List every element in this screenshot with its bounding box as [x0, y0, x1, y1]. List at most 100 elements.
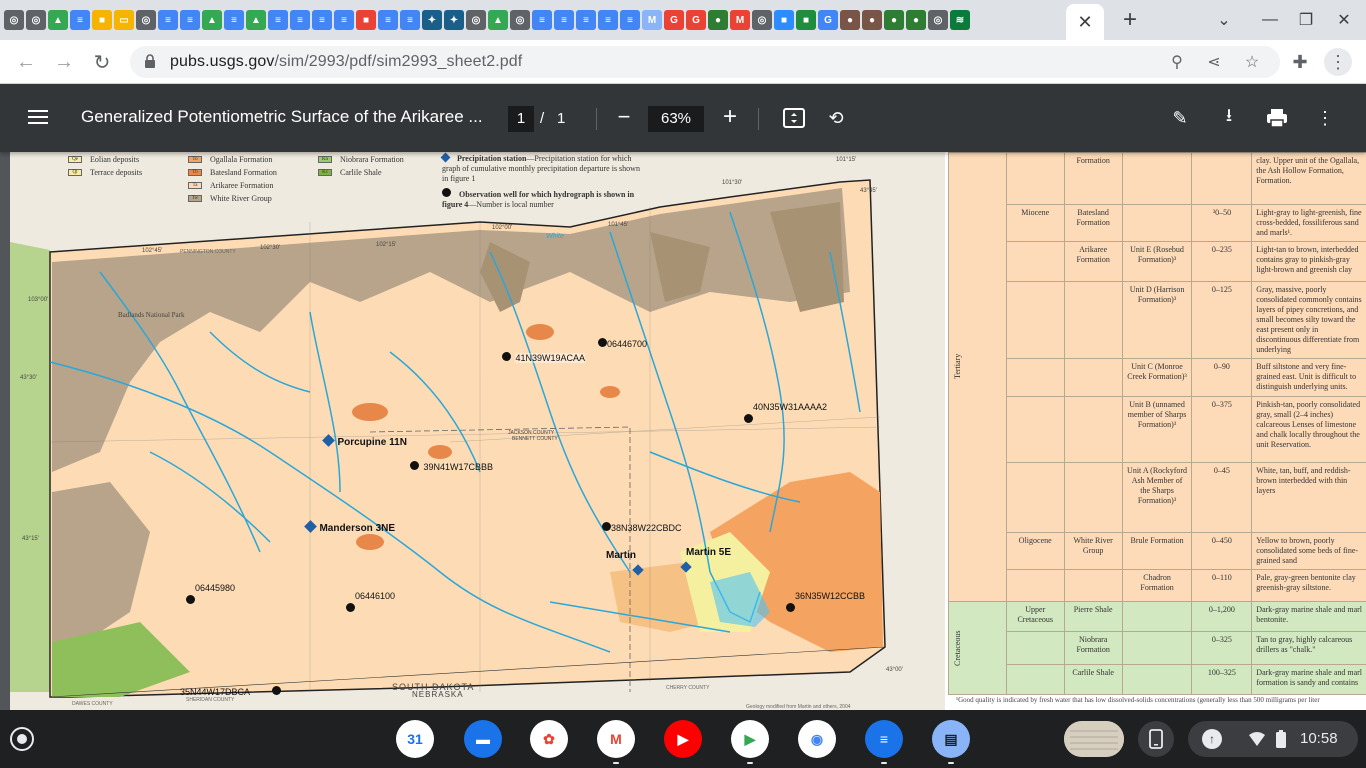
tab-chrome-icon[interactable]: ◎ [466, 10, 486, 30]
forward-icon[interactable]: → [50, 48, 78, 76]
chrome-menu-icon[interactable]: ⋮ [1324, 48, 1352, 76]
tab-chrome-icon[interactable]: ◎ [4, 10, 24, 30]
tab-my-icon[interactable]: M [642, 10, 662, 30]
tab-classroom-icon[interactable]: ■ [796, 10, 816, 30]
tab-docs-icon[interactable]: ≡ [400, 10, 420, 30]
observation-well-06446100[interactable]: 06446100 [346, 591, 395, 612]
tab-docs-icon[interactable]: ≡ [598, 10, 618, 30]
phone-hub-icon[interactable] [1138, 721, 1174, 757]
observation-well-06445980[interactable]: 06445980 [186, 583, 235, 604]
launcher-icon[interactable] [10, 727, 34, 751]
tab-usgs-icon[interactable]: ✦ [444, 10, 464, 30]
files-app[interactable]: ▬ [464, 720, 502, 758]
tab-usgs-icon[interactable]: ✦ [422, 10, 442, 30]
restore-icon[interactable]: ❐ [1294, 8, 1318, 32]
tab-docs-icon[interactable]: ≡ [290, 10, 310, 30]
download-icon[interactable]: ⭳ [1217, 105, 1241, 130]
tab-chrome-icon[interactable]: ◎ [510, 10, 530, 30]
precipitation-station-manderson[interactable]: Manderson 3NE [304, 518, 395, 536]
strat-epoch: Upper Cretaceous [1005, 600, 1065, 633]
observation-well-36N35W12CCBB[interactable]: 36N35W12CCBB [786, 591, 865, 612]
tab-seal-icon[interactable]: ● [840, 10, 860, 30]
print-icon[interactable] [1265, 106, 1289, 130]
tab-slides-icon[interactable]: ▭ [114, 10, 134, 30]
more-options-icon[interactable]: ⋮ [1313, 106, 1337, 130]
tab-drive-icon[interactable]: ▲ [488, 10, 508, 30]
tote-thumbnail[interactable] [1064, 721, 1124, 757]
zoom-in-button[interactable]: + [718, 104, 742, 130]
observation-well-06446700[interactable]: 06446700 [598, 334, 647, 352]
precipitation-station-martin-5e[interactable]: Martin 5E [680, 547, 731, 576]
new-tab-button[interactable]: + [1116, 6, 1144, 34]
tab-circle-icon[interactable]: ● [884, 10, 904, 30]
annotate-pen-icon[interactable]: ✎ [1168, 106, 1192, 130]
tab-drive-icon[interactable]: ▲ [246, 10, 266, 30]
tab-zoom-icon[interactable]: ■ [774, 10, 794, 30]
tab-chrome-icon[interactable]: ◎ [136, 10, 156, 30]
play-store-app[interactable]: ▶ [731, 720, 769, 758]
bookmark-star-icon[interactable]: ☆ [1241, 51, 1263, 73]
zoom-out-button[interactable]: − [612, 106, 636, 130]
page-number-input[interactable]: 1 [508, 106, 534, 132]
reload-icon[interactable]: ↻ [88, 48, 116, 76]
tab-docs-icon[interactable]: ≡ [268, 10, 288, 30]
tab-seal-icon[interactable]: ● [708, 10, 728, 30]
pdf-viewer[interactable]: 41N39W19ACAA 06446700 40N35W31AAAA2 39N4… [0, 152, 1366, 710]
pdf-menu-icon[interactable] [28, 106, 54, 130]
tab-search-icon[interactable]: ⌄ [1212, 8, 1236, 32]
tab-seal-icon[interactable]: ● [862, 10, 882, 30]
tab-pdf-icon[interactable]: ■ [356, 10, 376, 30]
tab-chart-icon[interactable]: ≋ [950, 10, 970, 30]
strat-unit [1121, 600, 1193, 633]
url-text[interactable]: pubs.usgs.gov/sim/2993/pdf/sim2993_sheet… [170, 53, 522, 71]
tab-circle-icon[interactable]: ● [906, 10, 926, 30]
tab-docs-icon[interactable]: ≡ [334, 10, 354, 30]
tab-chrome-icon[interactable]: ◎ [26, 10, 46, 30]
tab-docs-icon[interactable]: ≡ [70, 10, 90, 30]
status-tray[interactable]: ↑ 10:58 [1188, 721, 1358, 757]
extensions-puzzle-icon[interactable]: ✚ [1286, 48, 1314, 76]
tab-chrome-icon[interactable]: ◎ [928, 10, 948, 30]
print-app[interactable]: ▤ [932, 720, 970, 758]
back-icon[interactable]: ← [12, 48, 40, 76]
observation-well-40N35W31AAAA2[interactable]: 40N35W31AAAA2 [744, 402, 827, 423]
precipitation-station-martin[interactable]: Martin [606, 550, 644, 579]
tab-docs-icon[interactable]: ≡ [180, 10, 200, 30]
messages-app[interactable]: ≡ [865, 720, 903, 758]
minimize-icon[interactable]: — [1258, 8, 1282, 32]
zoom-magnifier-icon[interactable]: ⚲ [1166, 51, 1188, 73]
share-icon[interactable]: ⋖ [1203, 51, 1225, 73]
active-tab[interactable]: ✕ [1066, 4, 1104, 40]
observation-well-38N38W22CBDC[interactable]: 38N38W22CBDC [602, 518, 682, 536]
photos-app[interactable]: ✿ [530, 720, 568, 758]
tab-docs-icon[interactable]: ≡ [620, 10, 640, 30]
tab-image-icon[interactable]: ■ [92, 10, 112, 30]
precipitation-station-porcupine[interactable]: Porcupine 11N [322, 432, 407, 450]
tab-docs-icon[interactable]: ≡ [158, 10, 178, 30]
address-bar[interactable]: pubs.usgs.gov/sim/2993/pdf/sim2993_sheet… [130, 46, 1280, 78]
gmail-app[interactable]: M [597, 720, 635, 758]
close-window-icon[interactable]: ✕ [1332, 8, 1356, 32]
tab-gmail-icon[interactable]: M [730, 10, 750, 30]
observation-well-39N41W17CBBB[interactable]: 39N41W17CBBB [410, 457, 493, 475]
tab-docs-icon[interactable]: ≡ [554, 10, 574, 30]
tab-docs-icon[interactable]: ≡ [312, 10, 332, 30]
tab-docs-icon[interactable]: ≡ [224, 10, 244, 30]
tab-google-icon[interactable]: G [664, 10, 684, 30]
chrome-app[interactable]: ◉ [798, 720, 836, 758]
close-tab-icon[interactable]: ✕ [1077, 12, 1092, 33]
tab-docs-icon[interactable]: ≡ [576, 10, 596, 30]
rotate-icon[interactable]: ⟲ [824, 106, 848, 130]
tab-docs-icon[interactable]: ≡ [378, 10, 398, 30]
observation-well-41N39W19ACAA[interactable]: 41N39W19ACAA [502, 348, 585, 366]
fit-page-icon[interactable] [782, 106, 806, 130]
tab-google-icon[interactable]: G [686, 10, 706, 30]
calendar-app[interactable]: 31 [396, 720, 434, 758]
tab-google-icon[interactable]: G [818, 10, 838, 30]
tab-drive-icon[interactable]: ▲ [48, 10, 68, 30]
zoom-level-input[interactable]: 63% [648, 106, 704, 132]
tab-docs-icon[interactable]: ≡ [532, 10, 552, 30]
youtube-app[interactable]: ▶ [664, 720, 702, 758]
tab-drive-icon[interactable]: ▲ [202, 10, 222, 30]
tab-chrome-icon[interactable]: ◎ [752, 10, 772, 30]
